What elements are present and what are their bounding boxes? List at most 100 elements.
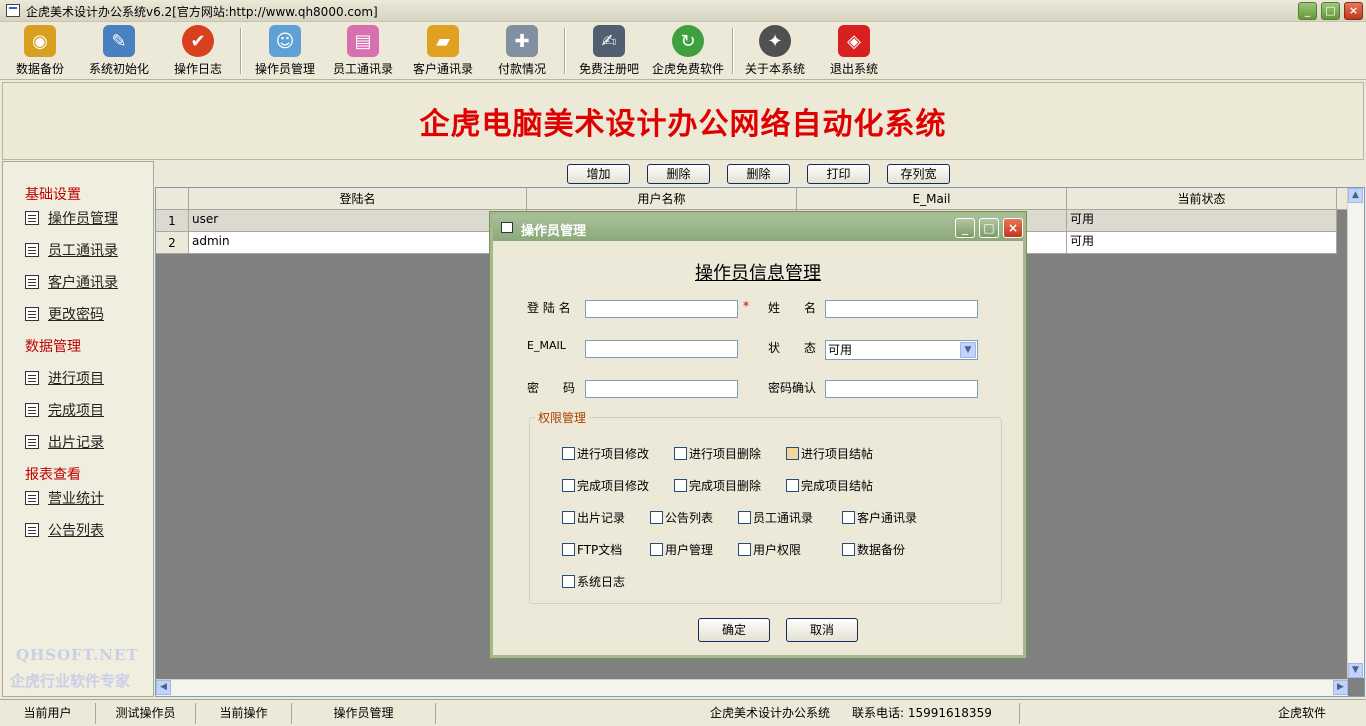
checkbox-icon[interactable] <box>562 511 575 524</box>
add-button[interactable]: 增加 <box>567 164 630 184</box>
perm-user-rights-checkbox[interactable]: 用户权限 <box>738 541 801 558</box>
checkbox-icon[interactable] <box>786 479 799 492</box>
status-phone: 联系电话: 15991618359 <box>840 703 1020 724</box>
sidebar-item-business-stats[interactable]: 营业统计 <box>25 488 104 508</box>
dialog-close-button[interactable]: × <box>1003 218 1023 238</box>
ok-button[interactable]: 确定 <box>698 618 770 642</box>
perm-system-log-checkbox[interactable]: 系统日志 <box>562 573 625 590</box>
payment-tool-button[interactable]: ✚ 付款情况 <box>494 25 550 79</box>
sidebar-item-staff-contacts[interactable]: 员工通讯录 <box>25 240 118 260</box>
perm-data-backup-checkbox[interactable]: 数据备份 <box>842 541 905 558</box>
close-button[interactable]: × <box>1344 2 1363 20</box>
operator-manage-tool-button[interactable]: ☺ 操作员管理 <box>252 25 318 79</box>
scroll-up-arrow-icon[interactable]: ▲ <box>1348 188 1363 203</box>
cell-status[interactable]: 可用 <box>1067 232 1337 254</box>
status-select[interactable]: 可用 ▼ <box>825 340 978 360</box>
checkbox-icon[interactable] <box>562 543 575 556</box>
free-software-tool-button[interactable]: ↻ 企虎免费软件 <box>650 25 726 79</box>
confirm-password-input[interactable] <box>825 380 978 398</box>
scroll-left-arrow-icon[interactable]: ◀ <box>156 680 171 695</box>
operator-dialog: 操作员管理 _ □ × 操作员信息管理 登 陆 名 * 姓 名 E_MAIL 状… <box>490 212 1026 658</box>
confirm-password-label: 密码确认 <box>768 381 817 395</box>
dialog-maximize-button[interactable]: □ <box>979 218 999 238</box>
checkbox-icon[interactable] <box>562 479 575 492</box>
chevron-down-icon[interactable]: ▼ <box>960 342 976 358</box>
about-tool-button[interactable]: ✦ 关于本系统 <box>742 25 808 79</box>
cell-login[interactable]: admin <box>189 232 527 254</box>
perm-user-manage-checkbox[interactable]: 用户管理 <box>650 541 713 558</box>
checkbox-icon[interactable] <box>562 447 575 460</box>
vertical-scrollbar[interactable]: ▲ ▼ <box>1347 188 1364 678</box>
checkbox-icon[interactable] <box>842 543 855 556</box>
save-column-width-button[interactable]: 存列宽 <box>887 164 950 184</box>
checkmark-circle-icon: ✔ <box>182 25 214 57</box>
sidebar-item-film-records[interactable]: 出片记录 <box>25 432 104 452</box>
system-init-tool-button[interactable]: ✎ 系统初始化 <box>86 25 152 79</box>
perm-ftp-docs-checkbox[interactable]: FTP文档 <box>562 541 622 558</box>
checkbox-icon[interactable] <box>842 511 855 524</box>
perm-ongoing-edit-checkbox[interactable]: 进行项目修改 <box>562 445 649 462</box>
permissions-title: 权限管理 <box>535 409 590 426</box>
minimize-button[interactable]: _ <box>1298 2 1317 20</box>
scroll-down-arrow-icon[interactable]: ▼ <box>1348 663 1363 678</box>
status-current-user-label: 当前用户 <box>0 703 96 724</box>
perm-completed-edit-checkbox[interactable]: 完成项目修改 <box>562 477 649 494</box>
exit-tool-button[interactable]: ◈ 退出系统 <box>826 25 882 79</box>
sidebar-item-notice-list[interactable]: 公告列表 <box>25 520 104 540</box>
password-label: 密 码 <box>527 381 576 395</box>
cell-status[interactable]: 可用 <box>1067 210 1337 232</box>
folder-book-icon: ▰ <box>427 25 459 57</box>
delete-button[interactable]: 删除 <box>647 164 710 184</box>
scroll-right-arrow-icon[interactable]: ▶ <box>1333 680 1348 695</box>
perm-ongoing-settle-checkbox[interactable]: 进行项目结帖 <box>786 445 873 462</box>
operation-log-tool-button[interactable]: ✔ 操作日志 <box>170 25 226 79</box>
perm-staff-contacts-checkbox[interactable]: 员工通讯录 <box>738 509 813 526</box>
checkbox-icon[interactable] <box>674 479 687 492</box>
perm-ongoing-delete-checkbox[interactable]: 进行项目删除 <box>674 445 761 462</box>
sidebar: 基础设置 操作员管理 员工通讯录 客户通讯录 更改密码 数据管理 进行项目 完成… <box>2 161 154 697</box>
grid-corner-header <box>156 188 189 210</box>
cancel-button[interactable]: 取消 <box>786 618 858 642</box>
window-title-bar: 企虎美术设计办公系统v6.2[官方网站:http://www.qh8000.co… <box>0 0 1366 22</box>
watermark-slogan: 企虎行业软件专家 <box>10 672 131 690</box>
checkbox-icon[interactable] <box>674 447 687 460</box>
column-header-username[interactable]: 用户名称 <box>527 188 797 210</box>
status-company: 企虎软件 <box>1277 706 1326 720</box>
checkbox-icon[interactable] <box>738 543 751 556</box>
checkbox-icon[interactable] <box>786 447 799 460</box>
backup-tool-button[interactable]: ◉ 数据备份 <box>14 25 66 79</box>
maximize-button[interactable]: □ <box>1321 2 1340 20</box>
checkbox-icon[interactable] <box>738 511 751 524</box>
perm-film-records-checkbox[interactable]: 出片记录 <box>562 509 625 526</box>
checkbox-icon[interactable] <box>562 575 575 588</box>
print-button[interactable]: 打印 <box>807 164 870 184</box>
sidebar-item-change-password[interactable]: 更改密码 <box>25 304 104 324</box>
sidebar-item-ongoing-projects[interactable]: 进行项目 <box>25 368 104 388</box>
column-header-login[interactable]: 登陆名 <box>189 188 527 210</box>
status-bar: 当前用户 测试操作员 当前操作 操作员管理 企虎美术设计办公系统 联系电话: 1… <box>0 699 1366 726</box>
free-register-tool-button[interactable]: ✍ 免费注册吧 <box>576 25 642 79</box>
delete-button-2[interactable]: 删除 <box>727 164 790 184</box>
horizontal-scrollbar[interactable]: ◀ ▶ <box>156 679 1348 696</box>
cell-login[interactable]: user <box>189 210 527 232</box>
perm-notice-list-checkbox[interactable]: 公告列表 <box>650 509 713 526</box>
name-input[interactable] <box>825 300 978 318</box>
required-mark: * <box>743 299 749 313</box>
sidebar-item-customer-contacts[interactable]: 客户通讯录 <box>25 272 118 292</box>
sidebar-item-operator-manage[interactable]: 操作员管理 <box>25 208 118 228</box>
email-input[interactable] <box>585 340 738 358</box>
staff-contacts-tool-button[interactable]: ▤ 员工通讯录 <box>330 25 396 79</box>
window-title: 企虎美术设计办公系统v6.2[官方网站:http://www.qh8000.co… <box>26 5 378 19</box>
checkbox-icon[interactable] <box>650 543 663 556</box>
perm-customer-contacts-checkbox[interactable]: 客户通讯录 <box>842 509 917 526</box>
column-header-status[interactable]: 当前状态 <box>1067 188 1337 210</box>
checkbox-icon[interactable] <box>650 511 663 524</box>
password-input[interactable] <box>585 380 738 398</box>
login-input[interactable] <box>585 300 738 318</box>
perm-completed-delete-checkbox[interactable]: 完成项目删除 <box>674 477 761 494</box>
customer-contacts-tool-button[interactable]: ▰ 客户通讯录 <box>410 25 476 79</box>
dialog-minimize-button[interactable]: _ <box>955 218 975 238</box>
column-header-email[interactable]: E_Mail <box>797 188 1067 210</box>
sidebar-item-completed-projects[interactable]: 完成项目 <box>25 400 104 420</box>
perm-completed-settle-checkbox[interactable]: 完成项目结帖 <box>786 477 873 494</box>
